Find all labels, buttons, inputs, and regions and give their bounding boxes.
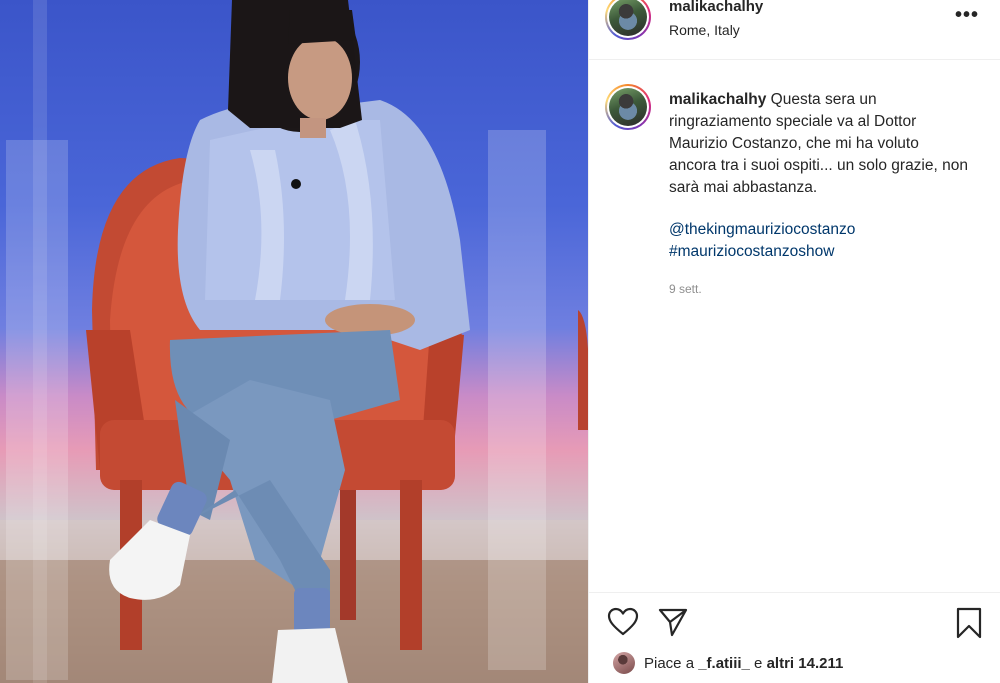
location-link[interactable]: Rome, Italy <box>669 22 740 38</box>
other-likers-link[interactable]: altri 14.211 <box>767 655 844 672</box>
caption-tags: @thekingmauriziocostanzo #mauriziocostan… <box>669 219 969 263</box>
likes-summary: Piace a _f.atiii_ e altri 14.211 <box>613 651 843 675</box>
liker-avatar[interactable] <box>613 652 635 674</box>
story-ring[interactable] <box>605 0 651 40</box>
heart-icon <box>607 607 639 636</box>
post-photo[interactable] <box>0 0 588 683</box>
header-username[interactable]: malikachalhy <box>669 0 763 14</box>
photo-illustration <box>0 0 588 683</box>
mention-link[interactable]: @thekingmauriziocostanzo <box>669 219 969 241</box>
post-sidebar: malikachalhy Rome, Italy ••• malikachalh… <box>588 0 1000 683</box>
caption-story-ring[interactable] <box>605 84 651 130</box>
share-icon <box>658 608 688 637</box>
post-header: malikachalhy Rome, Italy ••• <box>589 0 1000 60</box>
hashtag-link[interactable]: #mauriziocostanzoshow <box>669 241 969 263</box>
first-liker-link[interactable]: _f.atiii_ <box>698 655 750 672</box>
share-button[interactable] <box>657 607 689 642</box>
avatar[interactable] <box>609 0 647 36</box>
like-button[interactable] <box>607 607 639 642</box>
post-actions: Piace a _f.atiii_ e altri 14.211 <box>589 592 1000 683</box>
likes-connector: e <box>749 654 767 672</box>
likes-prefix: Piace a <box>644 654 699 672</box>
bookmark-icon <box>956 607 982 639</box>
post-caption: malikachalhy Questa sera un ringraziamen… <box>589 60 1000 590</box>
more-options-icon[interactable]: ••• <box>955 5 979 25</box>
save-button[interactable] <box>955 607 983 644</box>
caption-username[interactable]: malikachalhy <box>669 91 766 108</box>
post-timestamp[interactable]: 9 sett. <box>669 282 702 296</box>
caption-avatar[interactable] <box>609 88 647 126</box>
caption-body: malikachalhy Questa sera un ringraziamen… <box>669 89 969 199</box>
